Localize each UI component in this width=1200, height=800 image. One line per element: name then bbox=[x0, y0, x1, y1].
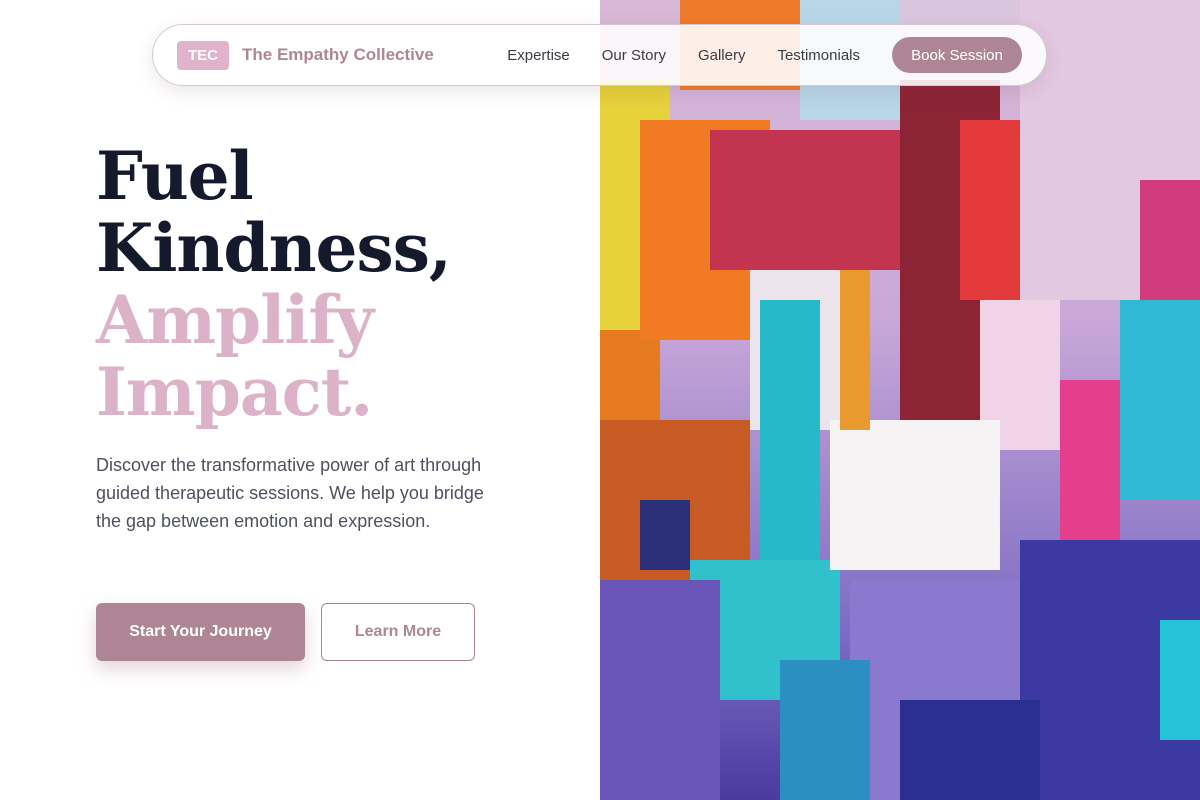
nav-link-gallery[interactable]: Gallery bbox=[698, 47, 746, 64]
hero-title-line-1: Fuel bbox=[96, 137, 254, 215]
nav-link-testimonials[interactable]: Testimonials bbox=[777, 47, 860, 64]
hero-title-line-3: Amplify bbox=[96, 281, 374, 359]
nav-link-expertise[interactable]: Expertise bbox=[507, 47, 570, 64]
brand-name[interactable]: The Empathy Collective bbox=[242, 45, 434, 65]
hero-title: Fuel Kindness, Amplify Impact. bbox=[96, 137, 452, 431]
hero-artwork-image bbox=[600, 0, 1200, 800]
book-session-button[interactable]: Book Session bbox=[892, 37, 1022, 73]
hero-description: Discover the transformative power of art… bbox=[96, 455, 484, 531]
hero-title-line-2: Kindness, bbox=[96, 209, 452, 287]
hero-title-line-4: Impact. bbox=[96, 353, 373, 431]
logo-badge[interactable]: TEC bbox=[177, 40, 229, 70]
start-journey-button[interactable]: Start Your Journey bbox=[96, 603, 305, 661]
paint-texture-graphic bbox=[600, 0, 1200, 800]
nav-link-our-story[interactable]: Our Story bbox=[602, 47, 666, 64]
learn-more-button[interactable]: Learn More bbox=[321, 603, 475, 661]
top-navigation: TEC The Empathy Collective Expertise Our… bbox=[152, 24, 1047, 86]
nav-links: Expertise Our Story Gallery Testimonials… bbox=[507, 37, 1022, 73]
